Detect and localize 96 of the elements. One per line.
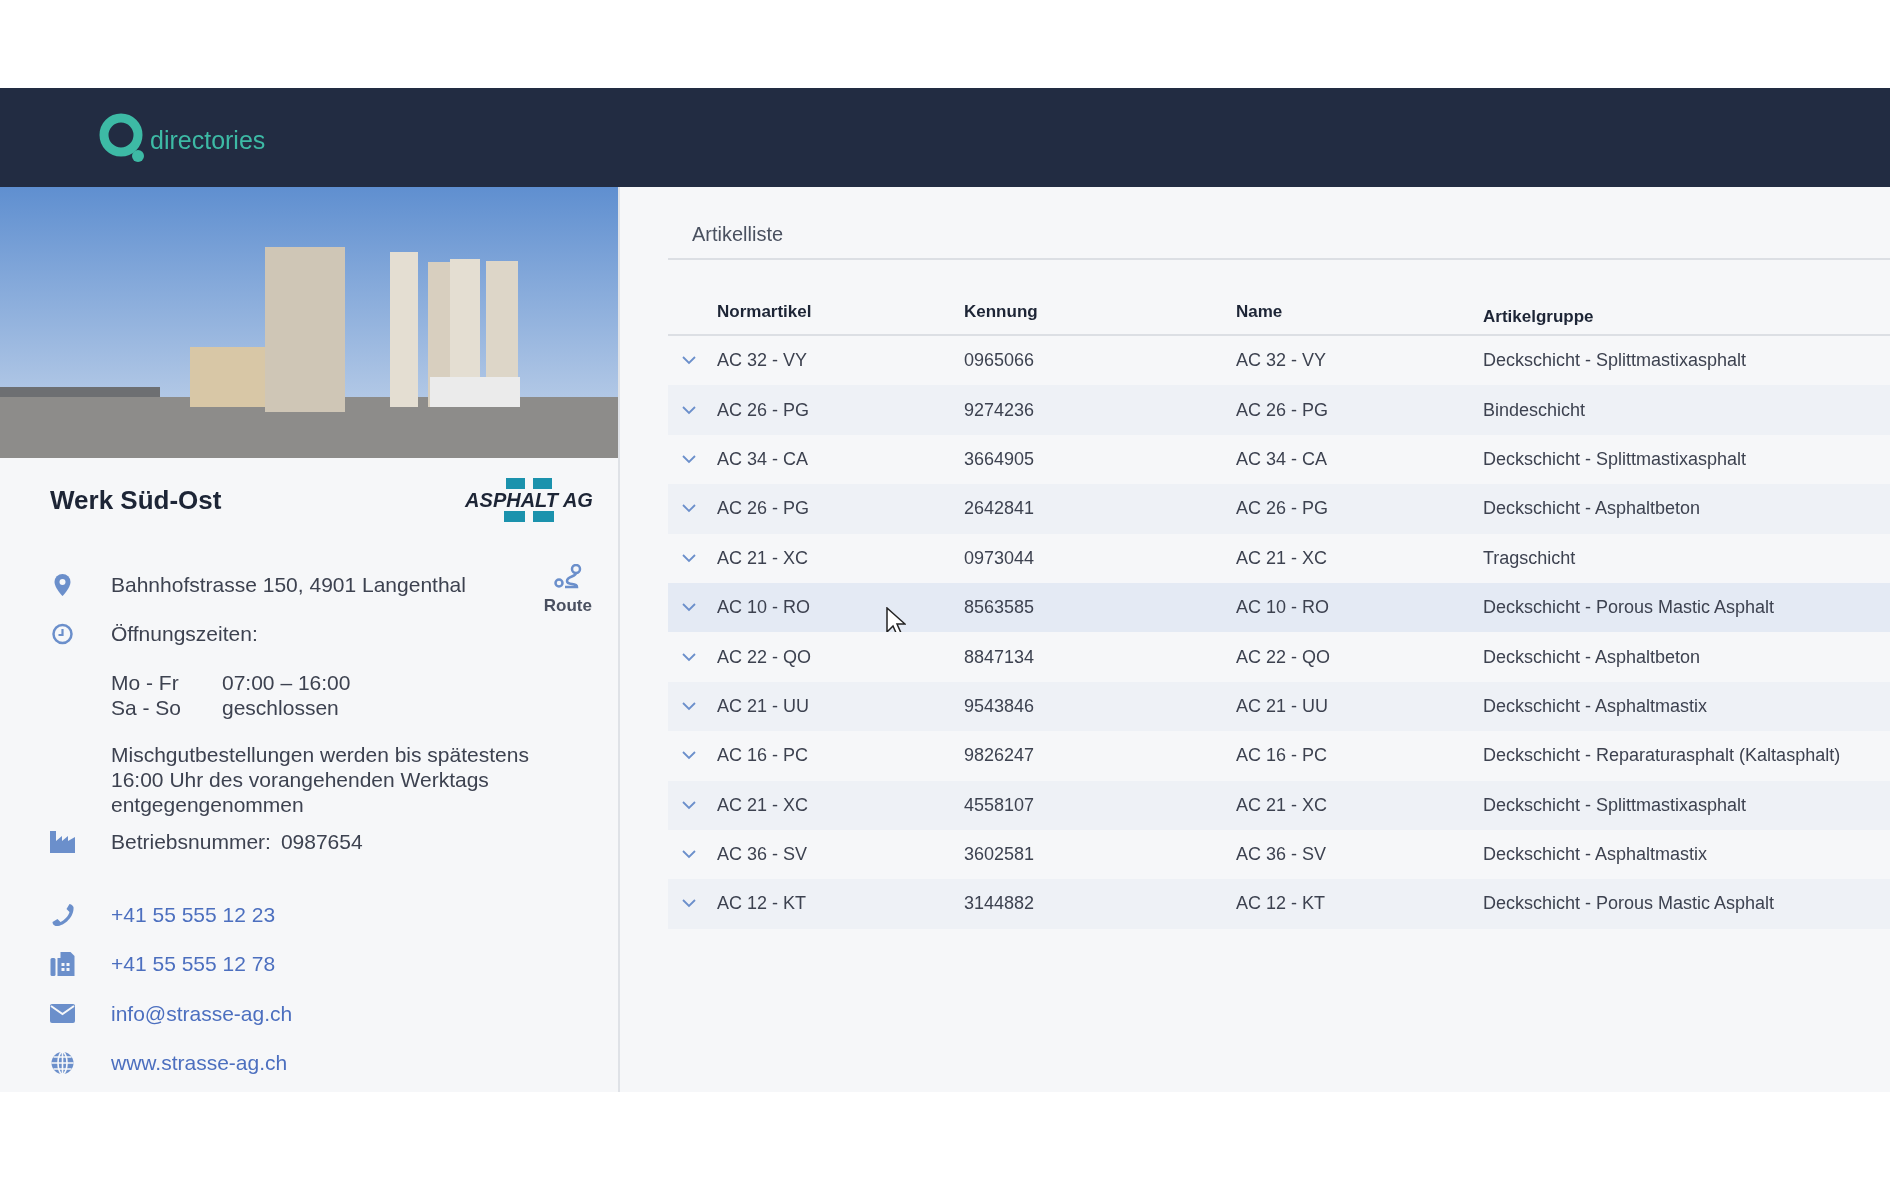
- table-cell-text: Deckschicht - Asphaltmastix: [1483, 695, 1709, 717]
- route-icon: [553, 564, 582, 590]
- table-cell-text: 9274236: [964, 399, 1036, 421]
- logo-icon: [98, 111, 146, 164]
- fax-icon: [50, 952, 75, 977]
- table-cell-text: AC 32 - VY: [717, 350, 809, 372]
- table-row[interactable]: AC 12 - KT 3144882 AC 12 - KT Deckschicht - Porous Mastic Asphalt: [668, 879, 1890, 929]
- chevron-down-icon[interactable]: [682, 356, 696, 366]
- envelope-icon: [50, 1004, 75, 1024]
- table-cell-text: AC 26 - PG: [1236, 498, 1330, 520]
- business-number-label: Betriebsnummer:: [111, 829, 271, 854]
- table-cell-text: 8847134: [964, 646, 1036, 668]
- table-cell-text: 9826247: [964, 745, 1036, 767]
- table-row[interactable]: AC 10 - RO 8563585 AC 10 - RO Deckschicht - Porous Mastic Asphalt: [668, 582, 1890, 633]
- table-cell-text: Deckschicht - Reparaturasphalt (Kaltasphalt): [1483, 745, 1842, 767]
- column-header: Kennung: [964, 302, 1039, 323]
- factory-icon: [50, 830, 75, 853]
- table-cell-text: Deckschicht - Asphaltmastix: [1483, 844, 1709, 866]
- logo-text: directories: [150, 126, 266, 155]
- table-cell-text: Bindeschicht: [1483, 399, 1587, 421]
- address-text: Bahnhofstrasse 150, 4901 Langenthal: [111, 572, 466, 597]
- table-cell-text: AC 10 - RO: [1236, 597, 1331, 619]
- contact-link[interactable]: +41 55 555 12 78: [111, 952, 276, 977]
- chevron-down-icon[interactable]: [682, 504, 696, 514]
- contact-link[interactable]: +41 55 555 12 23: [111, 902, 276, 927]
- table-cell-text: AC 36 - SV: [717, 844, 809, 866]
- table-cell-text: Deckschicht - Porous Mastic Asphalt: [1483, 893, 1776, 915]
- table-cell-text: AC 26 - PG: [717, 399, 811, 421]
- route-button[interactable]: Route: [543, 564, 592, 616]
- table-cell-text: 2642841: [964, 498, 1036, 520]
- chevron-down-icon[interactable]: [682, 454, 696, 464]
- opening-hours-label: Öffnungszeiten:: [111, 621, 258, 646]
- table-cell-text: AC 16 - PC: [1236, 745, 1329, 767]
- clock-icon: [50, 622, 75, 645]
- days-text: Sa - So: [111, 695, 183, 720]
- contact-link[interactable]: info@strasse-ag.ch: [111, 1001, 293, 1026]
- contact-link[interactable]: www.strasse-ag.ch: [111, 1051, 288, 1076]
- table-cell-text: Deckschicht - Splittmastixasphalt: [1483, 448, 1748, 470]
- chevron-down-icon[interactable]: [682, 899, 696, 909]
- table-cell-text: AC 21 - XC: [717, 794, 810, 816]
- table-cell-text: AC 26 - PG: [717, 498, 811, 520]
- column-header: Name: [1236, 302, 1284, 323]
- chevron-down-icon[interactable]: [682, 652, 696, 662]
- table-cell-text: AC 21 - XC: [717, 547, 810, 569]
- chevron-down-icon[interactable]: [682, 800, 696, 810]
- days-text: Mo - Fr: [111, 670, 180, 695]
- hours-text: 07:00 – 16:00: [222, 670, 351, 695]
- table-cell-text: AC 34 - CA: [717, 448, 810, 470]
- chevron-down-icon[interactable]: [682, 751, 696, 761]
- table-cell-text: Tragschicht: [1483, 547, 1577, 569]
- table-cell-text: AC 12 - KT: [1236, 893, 1327, 915]
- table-cell-text: AC 34 - CA: [1236, 448, 1329, 470]
- table-row[interactable]: AC 21 - UU 9543846 AC 21 - UU Deckschicht - Asphaltmastix: [668, 681, 1890, 732]
- table-cell-text: AC 21 - XC: [1236, 794, 1329, 816]
- table-cell-text: Deckschicht - Asphaltbeton: [1483, 498, 1702, 520]
- hours-text: geschlossen: [222, 695, 339, 720]
- column-header: Artikelgruppe: [1483, 307, 1595, 328]
- table-cell-text: Deckschicht - Splittmastixasphalt: [1483, 794, 1748, 816]
- table-cell-text: 3602581: [964, 844, 1036, 866]
- table-cell-text: AC 36 - SV: [1236, 844, 1328, 866]
- location-title: Werk Süd-Ost: [50, 484, 222, 516]
- business-number-value: 0987654: [280, 829, 363, 854]
- chevron-down-icon[interactable]: [682, 701, 696, 711]
- chevron-down-icon[interactable]: [682, 405, 696, 415]
- company-logo: ASPHALT AG: [466, 478, 592, 522]
- table-cell-text: 0965066: [964, 350, 1036, 372]
- phone-icon: [50, 902, 75, 927]
- table-cell-text: Deckschicht - Splittmastixasphalt: [1483, 350, 1748, 372]
- order-note: Mischgutbestellungen werden bis spätestens 16:00 Uhr des vorangehenden Werktags entgegengenommen: [111, 742, 530, 817]
- table-cell-text: AC 32 - VY: [1236, 350, 1328, 372]
- table-cell-text: AC 26 - PG: [1236, 399, 1330, 421]
- section-title: Artikelliste: [668, 223, 1890, 260]
- table-cell-text: 4558107: [964, 794, 1036, 816]
- table-cell-text: 8563585: [964, 597, 1036, 619]
- table-cell-text: AC 21 - XC: [1236, 547, 1329, 569]
- table-cell-text: AC 10 - RO: [717, 597, 812, 619]
- table-row[interactable]: AC 26 - PG 9274236 AC 26 - PG Bindeschicht: [668, 385, 1890, 435]
- table-cell-text: AC 16 - PC: [717, 745, 810, 767]
- table-cell-text: AC 22 - QO: [717, 646, 813, 668]
- table-cell-text: AC 21 - UU: [717, 695, 811, 717]
- table-cell-text: 9543846: [964, 695, 1036, 717]
- table-cell-text: AC 21 - UU: [1236, 695, 1330, 717]
- globe-icon: [50, 1051, 75, 1076]
- table-cell-text: Deckschicht - Porous Mastic Asphalt: [1483, 597, 1776, 619]
- chevron-down-icon[interactable]: [682, 553, 696, 563]
- table-cell-text: Deckschicht - Asphaltbeton: [1483, 646, 1702, 668]
- table-cell-text: AC 12 - KT: [717, 893, 808, 915]
- table-cell-text: 0973044: [964, 547, 1036, 569]
- table-cell-text: AC 22 - QO: [1236, 646, 1332, 668]
- table-cell-text: 3664905: [964, 448, 1036, 470]
- table-row[interactable]: AC 21 - XC 4558107 AC 21 - XC Deckschicht - Splittmastixasphalt: [668, 780, 1890, 830]
- table-cell-text: 3144882: [964, 893, 1036, 915]
- column-header: Normartikel: [717, 302, 813, 323]
- table-row[interactable]: AC 26 - PG 2642841 AC 26 - PG Deckschicht - Asphaltbeton: [668, 484, 1890, 534]
- chevron-down-icon[interactable]: [682, 603, 696, 613]
- chevron-down-icon[interactable]: [682, 850, 696, 860]
